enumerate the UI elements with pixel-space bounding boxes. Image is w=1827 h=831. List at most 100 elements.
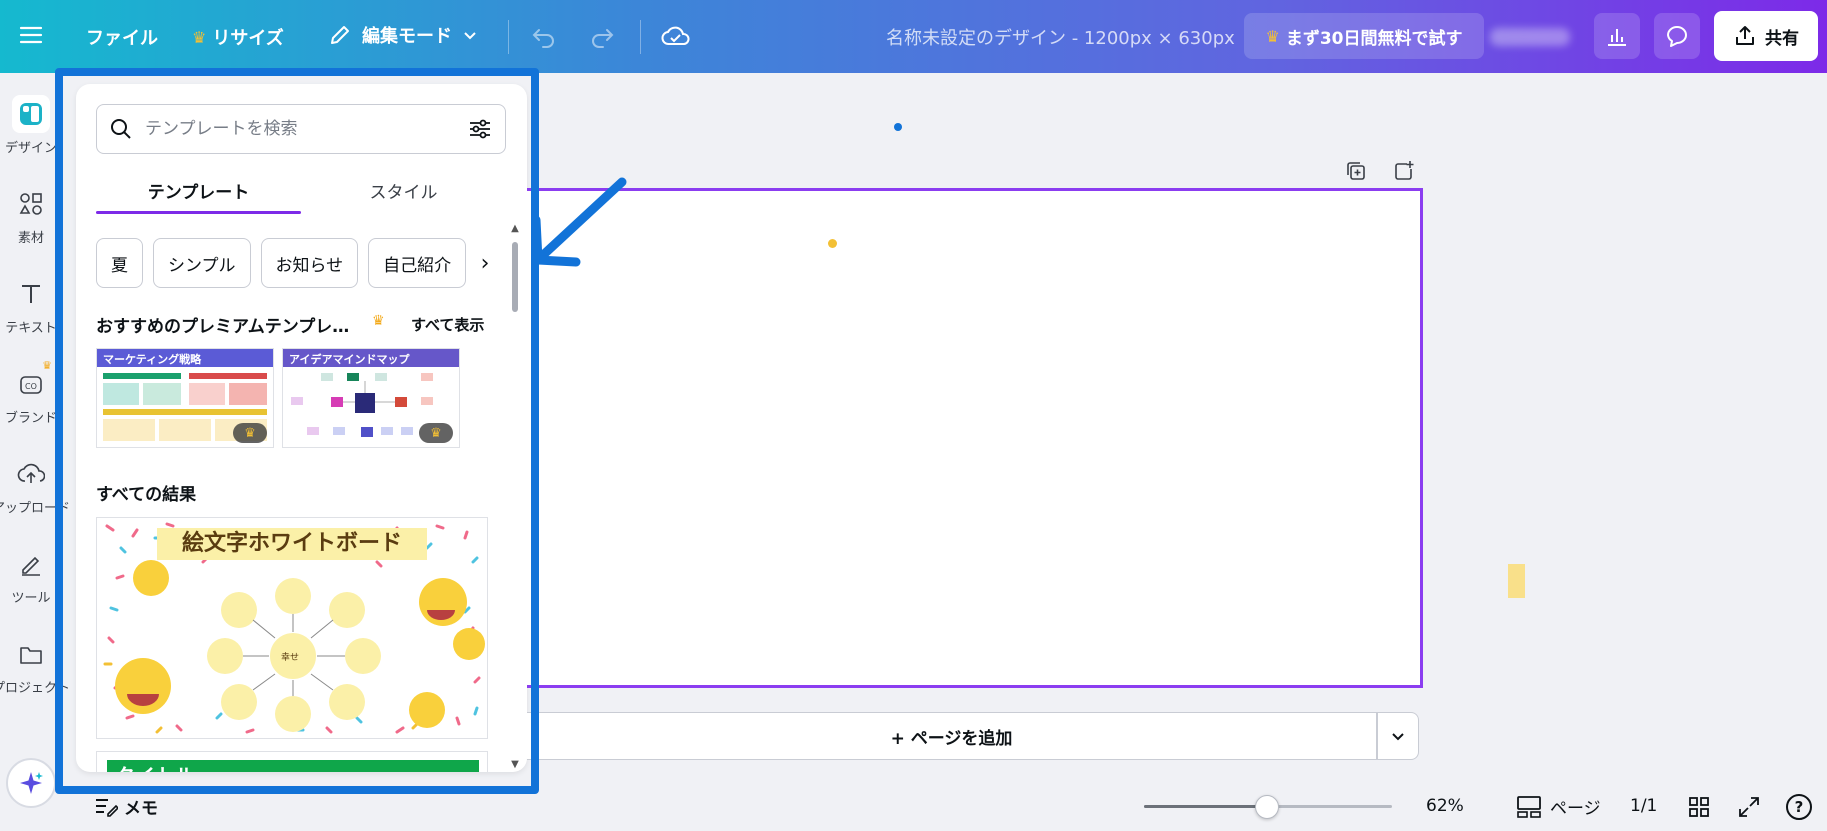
svg-text:CO: CO <box>25 382 37 391</box>
page-count: 1/1 <box>1630 796 1658 816</box>
pages-label: ページ <box>1550 799 1601 819</box>
insights-button[interactable] <box>1594 13 1640 59</box>
rail-label: 素材 <box>17 231 44 246</box>
redo-icon[interactable] <box>588 22 616 50</box>
chevron-down-icon <box>1392 733 1404 741</box>
elements-icon <box>12 185 50 223</box>
rail-item-text[interactable]: テキスト <box>0 275 62 336</box>
template-card-emoji-whiteboard[interactable]: 絵文字ホワイトボード 幸せ <box>96 517 488 739</box>
template-title: タイトル <box>107 760 479 772</box>
help-icon[interactable]: ? <box>1786 794 1812 820</box>
share-label: 共有 <box>1765 28 1799 49</box>
panel-scrollbar[interactable] <box>512 242 518 312</box>
edit-mode-dropdown[interactable]: 編集モード <box>328 22 478 48</box>
document-title[interactable]: 名称未設定のデザイン - 1200px × 630px <box>886 24 1235 50</box>
comments-button[interactable] <box>1654 13 1700 59</box>
crown-icon: ♛ <box>1265 26 1280 46</box>
chip-announcement[interactable]: お知らせ <box>260 238 359 288</box>
tab-styles[interactable]: スタイル <box>301 170 506 214</box>
upload-share-icon <box>1736 26 1754 45</box>
pages-button[interactable]: ページ <box>1516 794 1601 819</box>
notes-label: メモ <box>124 799 158 819</box>
design-canvas[interactable] <box>527 188 1423 688</box>
rail-label: ツール <box>11 591 51 606</box>
filter-sliders-icon[interactable] <box>467 116 493 142</box>
chip-self-intro[interactable]: 自己紹介 <box>368 238 467 288</box>
panel-tabs: テンプレート スタイル <box>96 170 506 214</box>
hamburger-menu-icon[interactable] <box>18 22 44 48</box>
see-all-link[interactable]: すべて表示 <box>411 314 484 335</box>
template-search-input[interactable] <box>145 119 455 139</box>
comment-icon <box>1667 26 1687 47</box>
template-search[interactable] <box>96 104 506 154</box>
tab-templates[interactable]: テンプレート <box>96 170 301 214</box>
page-tools <box>1345 160 1415 182</box>
zoom-slider[interactable] <box>1144 795 1392 819</box>
bar-chart-icon <box>1608 29 1626 46</box>
premium-crown-badge: ♛ <box>233 423 267 443</box>
file-menu-label: ファイル <box>86 28 158 49</box>
rail-label: アップロード <box>0 501 71 516</box>
rail-label: プロジェクト <box>0 681 71 696</box>
zoom-percentage[interactable]: 62% <box>1426 796 1464 816</box>
free-trial-button[interactable]: ♛ まず30日間無料で試す <box>1244 13 1484 59</box>
chip-summer[interactable]: 夏 <box>96 238 143 288</box>
file-menu[interactable]: ファイル <box>86 24 158 50</box>
share-button[interactable]: 共有 <box>1714 11 1818 61</box>
undo-icon[interactable] <box>530 22 558 50</box>
crown-icon: ♛ <box>42 359 52 372</box>
rail-item-elements[interactable]: 素材 <box>0 185 62 246</box>
scroll-up-arrow[interactable]: ▲ <box>510 224 520 234</box>
grid-view-icon[interactable] <box>1686 794 1712 820</box>
premium-section-title: おすすめのプレミアムテンプレ… <box>96 317 350 337</box>
edit-mode-label: 編集モード <box>362 26 452 47</box>
toolbar-divider <box>508 20 509 54</box>
zoom-slider-fill <box>1144 805 1267 808</box>
avatar-name-blurred[interactable] <box>1490 28 1570 46</box>
fullscreen-icon[interactable] <box>1736 794 1762 820</box>
duplicate-page-icon[interactable] <box>1345 160 1367 182</box>
tools-icon <box>12 545 50 583</box>
crown-icon: ♛ <box>372 313 385 329</box>
top-bar: ファイル ♛ リサイズ 編集モード 名称未設定のデザイン - 1200px × … <box>0 0 1827 73</box>
canvas-status-dot <box>894 123 902 131</box>
rail-item-design[interactable]: デザイン <box>0 95 62 156</box>
text-icon <box>12 275 50 313</box>
rail-item-tools[interactable]: ツール <box>0 545 62 606</box>
chevron-down-icon <box>464 32 476 40</box>
chevron-right-icon[interactable]: › <box>470 248 500 278</box>
crown-icon: ♛ <box>192 27 207 47</box>
zoom-slider-handle[interactable] <box>1255 795 1279 819</box>
search-icon <box>111 119 131 139</box>
rail-item-uploads[interactable]: アップロード <box>0 455 70 516</box>
rail-item-projects[interactable]: プロジェクト <box>0 635 70 696</box>
add-page-dropdown[interactable] <box>1377 712 1419 760</box>
cloud-saved-icon[interactable] <box>660 22 692 50</box>
add-page-icon[interactable] <box>1393 160 1415 182</box>
add-page-button[interactable]: + ページを追加 <box>527 712 1377 760</box>
template-title: アイデアマインドマップ <box>283 349 459 367</box>
pencil-icon <box>331 26 349 44</box>
scroll-down-arrow[interactable]: ▼ <box>510 760 520 770</box>
sparkle-icon <box>20 772 43 794</box>
template-title: 絵文字ホワイトボード <box>157 528 427 560</box>
design-icon <box>12 95 50 133</box>
premium-template-card[interactable]: アイデアマインドマップ ♛ <box>282 348 460 448</box>
notes-button[interactable]: メモ <box>94 794 158 819</box>
rail-label: ブランド <box>4 411 57 426</box>
resize-button[interactable]: ♛ リサイズ <box>192 24 284 50</box>
free-trial-label: まず30日間無料で試す <box>1285 28 1463 49</box>
rail-item-brand[interactable]: CO ♛ ブランド <box>0 359 62 426</box>
premium-template-card[interactable]: マーケティング戦略 ♛ <box>96 348 274 448</box>
chip-simple[interactable]: シンプル <box>153 238 251 288</box>
template-card[interactable]: タイトル <box>96 751 488 772</box>
template-center-label: 幸せ <box>281 653 300 663</box>
template-title: マーケティング戦略 <box>97 349 273 367</box>
brand-icon: CO ♛ <box>12 359 52 403</box>
magic-sparkle-button[interactable] <box>6 758 56 808</box>
rail-label: テキスト <box>5 321 57 336</box>
rail-label: デザイン <box>4 141 57 156</box>
help-label: ? <box>1794 798 1804 816</box>
resize-label: リサイズ <box>212 28 284 49</box>
all-results-title: すべての結果 <box>96 485 197 505</box>
